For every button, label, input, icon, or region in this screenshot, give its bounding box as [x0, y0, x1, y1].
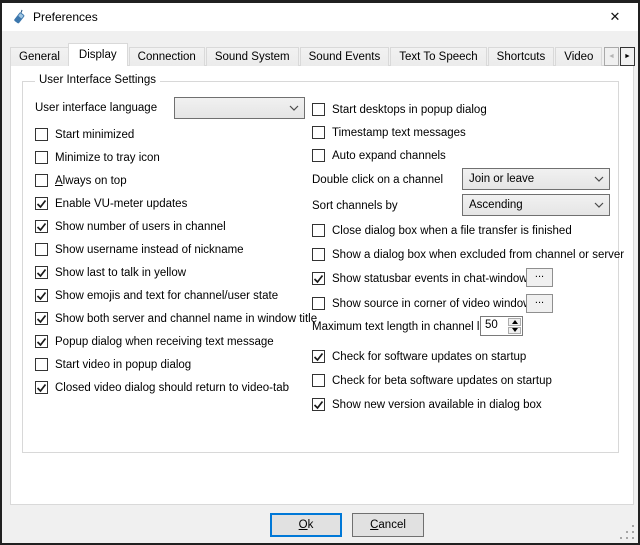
checkbox-box: [312, 374, 325, 387]
checkbox-vu-meter[interactable]: Enable VU-meter updates: [35, 196, 187, 211]
checkbox-box: [35, 174, 48, 187]
chevron-down-icon: [589, 176, 609, 183]
checkbox-video-source-corner[interactable]: Show source in corner of video window: [312, 296, 531, 311]
tab-general[interactable]: General: [10, 47, 69, 66]
checkbox-box: [35, 128, 48, 141]
tab-scroll-right-icon[interactable]: ►: [620, 47, 635, 66]
checkbox-box: [35, 335, 48, 348]
checkbox-last-to-talk[interactable]: Show last to talk in yellow: [35, 265, 186, 280]
checkbox-box: [312, 103, 325, 116]
checkbox-box: [312, 398, 325, 411]
video-source-more-button[interactable]: ...: [526, 294, 553, 313]
checkbox-box: [35, 312, 48, 325]
checkbox-start-minimized[interactable]: Start minimized: [35, 127, 134, 142]
checkbox-video-popup[interactable]: Start video in popup dialog: [35, 357, 191, 372]
tab-connection[interactable]: Connection: [129, 47, 205, 66]
checkbox-always-on-top[interactable]: Always on top: [35, 173, 127, 188]
checkbox-box: [35, 289, 48, 302]
checkbox-box: [35, 381, 48, 394]
close-button[interactable]: ✕: [594, 3, 636, 31]
max-text-length-spinner[interactable]: 50: [480, 316, 523, 336]
checkbox-server-channel-title[interactable]: Show both server and channel name in win…: [35, 311, 317, 326]
checkbox-box: [312, 350, 325, 363]
cancel-button[interactable]: Cancel: [352, 513, 424, 537]
max-text-length-label: Maximum text length in channel list: [312, 319, 491, 334]
arrow-down-icon: [512, 328, 518, 332]
checkbox-new-version-dialog[interactable]: Show new version available in dialog box: [312, 397, 542, 412]
chevron-down-icon: [589, 202, 609, 209]
checkbox-box: [35, 197, 48, 210]
checkbox-box: [35, 358, 48, 371]
resize-grip-icon[interactable]: [620, 525, 634, 539]
checkbox-box: [312, 272, 325, 285]
sort-channels-label: Sort channels by: [312, 198, 398, 213]
tab-sound-system[interactable]: Sound System: [206, 47, 299, 66]
language-combobox[interactable]: [174, 97, 305, 119]
checkbox-show-username[interactable]: Show username instead of nickname: [35, 242, 244, 257]
tab-video[interactable]: Video: [555, 47, 602, 66]
checkbox-box: [35, 266, 48, 279]
tab-scroll-left-icon[interactable]: ◄: [604, 47, 619, 66]
checkbox-minimize-to-tray[interactable]: Minimize to tray icon: [35, 150, 160, 165]
window-title: Preferences: [33, 10, 98, 24]
checkbox-box: [35, 151, 48, 164]
checkbox-check-updates[interactable]: Check for software updates on startup: [312, 349, 526, 364]
checkbox-box: [312, 126, 325, 139]
tab-display[interactable]: Display: [68, 43, 128, 66]
double-click-label: Double click on a channel: [312, 172, 443, 187]
arrow-up-icon: [512, 320, 518, 324]
checkbox-emojis[interactable]: Show emojis and text for channel/user st…: [35, 288, 278, 303]
checkbox-desktops-popup[interactable]: Start desktops in popup dialog: [312, 102, 487, 117]
title-bar: Preferences ✕: [2, 3, 638, 31]
checkbox-box: [312, 149, 325, 162]
checkbox-statusbar-events[interactable]: Show statusbar events in chat-window: [312, 271, 528, 286]
sort-channels-combobox[interactable]: Ascending: [462, 194, 610, 216]
ok-button[interactable]: Ok: [270, 513, 342, 537]
checkbox-box: [35, 220, 48, 233]
checkbox-box: [312, 248, 325, 261]
spinner-up-button[interactable]: [508, 318, 521, 326]
checkbox-closed-video-return[interactable]: Closed video dialog should return to vid…: [35, 380, 289, 395]
group-title: User Interface Settings: [35, 74, 160, 86]
checkbox-auto-expand[interactable]: Auto expand channels: [312, 148, 446, 163]
checkbox-check-beta-updates[interactable]: Check for beta software updates on start…: [312, 373, 552, 388]
checkbox-timestamp[interactable]: Timestamp text messages: [312, 125, 466, 140]
double-click-combobox[interactable]: Join or leave: [462, 168, 610, 190]
tab-text-to-speech[interactable]: Text To Speech: [390, 47, 486, 66]
checkbox-close-on-transfer[interactable]: Close dialog box when a file transfer is…: [312, 223, 572, 238]
spinner-down-button[interactable]: [508, 327, 521, 335]
tab-shortcuts[interactable]: Shortcuts: [488, 47, 555, 66]
checkbox-excluded-dialog[interactable]: Show a dialog box when excluded from cha…: [312, 247, 624, 262]
statusbar-events-more-button[interactable]: ...: [526, 268, 553, 287]
tab-strip: General Display Connection Sound System …: [10, 43, 606, 66]
checkbox-show-user-count[interactable]: Show number of users in channel: [35, 219, 226, 234]
checkbox-box: [312, 224, 325, 237]
app-icon: [11, 9, 27, 25]
checkbox-box: [312, 297, 325, 310]
tab-sound-events[interactable]: Sound Events: [300, 47, 390, 66]
checkbox-popup-text-message[interactable]: Popup dialog when receiving text message: [35, 334, 274, 349]
checkbox-box: [35, 243, 48, 256]
spinner-value: 50: [481, 317, 507, 335]
chevron-down-icon: [284, 105, 304, 112]
language-label: User interface language: [35, 100, 157, 115]
preferences-window: Preferences ✕ General Display Connection…: [0, 0, 640, 545]
